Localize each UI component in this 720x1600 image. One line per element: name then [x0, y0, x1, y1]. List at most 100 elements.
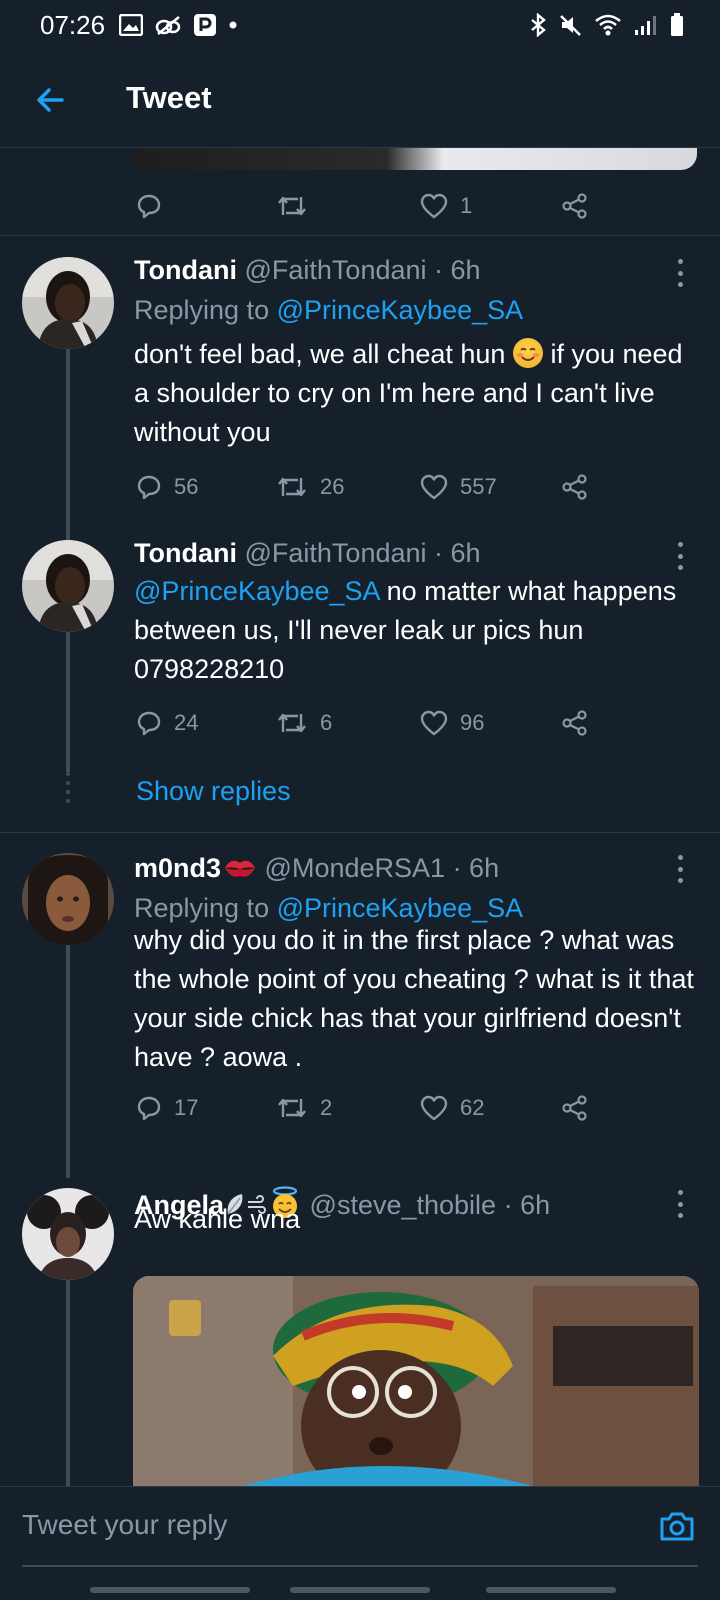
replying-to: Replying to @PrinceKaybee_SA: [134, 893, 523, 924]
tweet-header: Tondani @FaithTondani · 6h: [134, 538, 481, 569]
share-icon: [562, 193, 587, 219]
retweet-icon: [278, 477, 306, 497]
tweet-2[interactable]: Tondani @FaithTondani · 6h @PrinceKaybee…: [0, 520, 720, 820]
like-button[interactable]: 62: [420, 1088, 484, 1128]
replying-mention[interactable]: @PrinceKaybee_SA: [277, 893, 524, 923]
reply-button[interactable]: [136, 186, 162, 226]
mute-icon: [560, 15, 581, 36]
thread-line: [66, 1280, 70, 1486]
tweet-header: m0nd3 @MondeRSA1 · 6h: [134, 853, 499, 884]
battery-icon: [671, 13, 683, 36]
reply-input[interactable]: Tweet your reply: [22, 1509, 227, 1541]
reply-button[interactable]: 17: [136, 1088, 198, 1128]
replying-prefix: Replying to: [134, 295, 277, 325]
display-name[interactable]: Tondani: [134, 255, 237, 285]
like-count: 96: [460, 710, 485, 735]
heart-icon: [420, 1095, 448, 1121]
avatar[interactable]: [22, 853, 114, 945]
display-name[interactable]: Tondani: [134, 538, 237, 568]
tweet-actions: 17 2 62: [0, 1088, 720, 1128]
tweet-actions: 56 26 557: [0, 467, 720, 507]
page-title: Tweet: [126, 80, 212, 115]
heart-icon: [420, 193, 448, 219]
avatar[interactable]: [22, 540, 114, 632]
camera-icon[interactable]: [658, 1507, 696, 1545]
like-count: 62: [460, 1095, 485, 1120]
retweet-button[interactable]: [276, 186, 308, 226]
tweet-text: @PrinceKaybee_SA no matter what happens …: [134, 572, 704, 689]
status-right-icons: [530, 0, 684, 50]
share-button[interactable]: [562, 703, 588, 743]
avatar[interactable]: [22, 1188, 114, 1280]
back-arrow-icon[interactable]: [34, 84, 66, 116]
reply-count: 56: [174, 474, 199, 499]
top-tweet-actions: 1: [0, 180, 720, 236]
reply-icon: [137, 711, 161, 736]
heart-icon: [420, 710, 448, 736]
tweet-time: · 6h: [434, 255, 481, 285]
nav-handle-right: [486, 1587, 616, 1593]
tweet-text: why did you do it in the first place ? w…: [134, 925, 694, 1072]
retweet-button[interactable]: 26: [276, 467, 344, 507]
tweet-header: Tondani @FaithTondani · 6h: [134, 255, 481, 286]
tweet-text-part1: don't feel bad, we all cheat hun: [134, 339, 513, 369]
wifi-icon: [595, 14, 621, 36]
tweet-mention[interactable]: @PrinceKaybee_SA: [134, 576, 379, 606]
reply-composer: Tweet your reply: [0, 1486, 720, 1600]
retweet-count: 26: [320, 474, 345, 499]
reply-icon: [137, 194, 161, 219]
like-button[interactable]: 96: [420, 703, 484, 743]
retweet-button[interactable]: 2: [276, 1088, 332, 1128]
like-count: 1: [460, 193, 473, 218]
signal-icon: [635, 16, 656, 35]
show-replies-link[interactable]: Show replies: [136, 776, 291, 807]
tweet-media-partial[interactable]: [133, 148, 697, 170]
parking-icon: [193, 13, 217, 37]
user-handle[interactable]: @FaithTondani: [245, 538, 427, 568]
nav-handle-left: [90, 1587, 250, 1593]
more-options-icon[interactable]: [676, 542, 684, 570]
more-options-icon[interactable]: [676, 855, 684, 883]
notification-dot-icon: [229, 21, 237, 29]
thread-line: [66, 632, 70, 772]
replying-mention[interactable]: @PrinceKaybee_SA: [277, 295, 524, 325]
tweet-text: Aw kahle wna: [134, 1204, 301, 1234]
retweet-icon: [278, 713, 306, 733]
reply-button[interactable]: 56: [136, 467, 198, 507]
share-button[interactable]: [562, 1088, 588, 1128]
retweet-icon: [278, 1098, 306, 1118]
tweet-time: · 6h: [452, 853, 500, 883]
like-count: 557: [460, 474, 497, 499]
kiss-mark-icon: [225, 860, 256, 877]
share-button[interactable]: [562, 467, 588, 507]
like-button[interactable]: 557: [420, 467, 497, 507]
retweet-count: 2: [320, 1095, 333, 1120]
retweet-button[interactable]: 6: [276, 703, 332, 743]
tweet-text: don't feel bad, we all cheat hun if you …: [134, 335, 704, 452]
share-button[interactable]: [562, 186, 588, 226]
tweet-3[interactable]: m0nd3 @MondeRSA1 · 6h Replying to @Princ…: [0, 833, 720, 1178]
more-options-icon[interactable]: [676, 259, 684, 287]
tweet-gif-media[interactable]: [133, 1276, 699, 1486]
nav-handle-center: [290, 1587, 430, 1593]
reply-icon: [137, 1096, 161, 1121]
share-icon: [562, 474, 587, 500]
status-time: 07:26: [40, 9, 106, 40]
data-saver-icon: [155, 14, 181, 36]
like-button[interactable]: 1: [420, 186, 472, 226]
gallery-icon: [119, 14, 144, 36]
tweet-actions: 24 6 96: [0, 703, 720, 743]
retweet-icon: [278, 196, 306, 216]
user-handle[interactable]: @MondeRSA1: [265, 853, 446, 883]
share-icon: [562, 1095, 587, 1121]
bluetooth-icon: [531, 13, 546, 37]
replying-to: Replying to @PrinceKaybee_SA: [134, 295, 523, 326]
reply-button[interactable]: 24: [136, 703, 198, 743]
reply-count: 17: [174, 1095, 199, 1120]
display-name[interactable]: m0nd3: [134, 853, 221, 883]
avatar[interactable]: [22, 257, 114, 349]
reply-count: 24: [174, 710, 199, 735]
replying-prefix: Replying to: [134, 893, 277, 923]
user-handle[interactable]: @FaithTondani: [245, 255, 427, 285]
smiling-face-emoji-icon: [512, 338, 543, 368]
